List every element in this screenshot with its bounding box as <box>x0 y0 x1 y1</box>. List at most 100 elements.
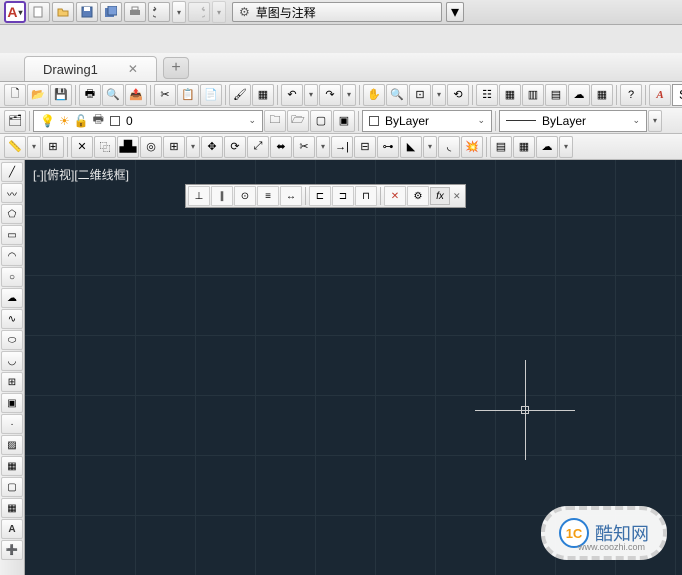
viewport-label[interactable]: [-][俯视][二维线框] <box>33 166 129 183</box>
mirror-button[interactable]: ▟▙ <box>117 136 139 158</box>
floating-constraints-toolbar[interactable]: ⊥ ∥ ⊙ ≡ ↔ ⊏ ⊐ ⊓ ✕ ⚙ fx ✕ <box>185 184 466 208</box>
redo-button[interactable] <box>188 2 210 22</box>
floating-toolbar-close[interactable]: ✕ <box>453 191 463 202</box>
fillet-button[interactable]: ◟ <box>438 136 460 158</box>
open-file-button[interactable] <box>52 2 74 22</box>
pan-button[interactable]: ✋ <box>363 84 385 106</box>
save-button[interactable] <box>76 2 98 22</box>
tool-palettes-button[interactable]: ▥ <box>522 84 544 106</box>
constraint-btn-8[interactable]: ⊓ <box>355 186 377 206</box>
rotate-button[interactable]: ⟳ <box>224 136 246 158</box>
workspace-dropdown-button[interactable]: ▾ <box>446 2 464 22</box>
ellipse-arc-button[interactable]: ◡ <box>1 351 23 371</box>
redo-button-2[interactable]: ↷ <box>319 84 341 106</box>
constraint-delete-button[interactable]: ✕ <box>384 186 406 206</box>
constraint-settings-button[interactable]: ⚙ <box>407 186 429 206</box>
help-button[interactable]: ? <box>620 84 642 106</box>
break-button[interactable]: ⊟ <box>354 136 376 158</box>
constraint-btn-2[interactable]: ∥ <box>211 186 233 206</box>
quickselect-button[interactable]: ⊞ <box>42 136 64 158</box>
save-as-button[interactable] <box>100 2 122 22</box>
quickcalc-button[interactable]: ▦ <box>591 84 613 106</box>
insert-block-button[interactable]: ⊞ <box>1 372 23 392</box>
table-button[interactable]: ▦ <box>1 498 23 518</box>
parameters-fx-button[interactable]: fx <box>430 187 450 205</box>
undo-button[interactable] <box>148 2 170 22</box>
layer-properties-button[interactable]: 🗂 <box>4 110 26 132</box>
copy-object-button[interactable]: ⿻ <box>94 136 116 158</box>
open-button[interactable]: 📂 <box>27 84 49 106</box>
new-file-button[interactable] <box>28 2 50 22</box>
scale-button[interactable]: ⤢ <box>247 136 269 158</box>
arc-button[interactable]: ◠ <box>1 246 23 266</box>
drawing-canvas[interactable]: [-][俯视][二维线框] ⊥ ∥ ⊙ ≡ ↔ ⊏ ⊐ ⊓ ✕ ⚙ fx ✕ 1… <box>25 160 682 575</box>
region-button[interactable]: ▢ <box>1 477 23 497</box>
constraint-btn-6[interactable]: ⊏ <box>309 186 331 206</box>
tab-close-button[interactable]: ✕ <box>128 62 138 76</box>
offset-button[interactable]: ◎ <box>140 136 162 158</box>
move-button[interactable]: ✥ <box>201 136 223 158</box>
color-control[interactable]: ByLayer ⌄ <box>362 110 492 132</box>
ellipse-button[interactable]: ⬭ <box>1 330 23 350</box>
trim-button[interactable]: ✂ <box>293 136 315 158</box>
polyline-button[interactable]: 〰 <box>1 183 23 203</box>
line-button[interactable]: ╱ <box>1 162 23 182</box>
array-button[interactable]: ⊞ <box>163 136 185 158</box>
lineweight-control[interactable]: ▾ <box>648 110 662 132</box>
match-prop-button[interactable]: 🖌 <box>229 84 251 106</box>
properties-button[interactable]: ☷ <box>476 84 498 106</box>
qnew-button[interactable]: 🗋 <box>4 84 26 106</box>
text-style-control[interactable]: Stand <box>672 84 682 106</box>
extend-button[interactable]: →| <box>331 136 353 158</box>
sheet-set-button[interactable]: ▤ <box>545 84 567 106</box>
redo-dropdown[interactable]: ▾ <box>212 1 226 23</box>
plot-button-2[interactable]: 🖶 <box>79 84 101 106</box>
zoom-window-button[interactable]: ⊡ <box>409 84 431 106</box>
layer-previous-button[interactable]: 🗀 <box>264 110 286 132</box>
undo-list[interactable]: ▾ <box>304 84 318 106</box>
circle-button[interactable]: ○ <box>1 267 23 287</box>
markup-button[interactable]: ☁ <box>568 84 590 106</box>
wipe-out-button[interactable]: ▦ <box>513 136 535 158</box>
layer-iso-button[interactable]: ▢ <box>310 110 332 132</box>
cut-button[interactable]: ✂ <box>154 84 176 106</box>
constraint-btn-4[interactable]: ≡ <box>257 186 279 206</box>
revision-cloud-button[interactable]: ☁ <box>1 288 23 308</box>
measure-dropdown[interactable]: ▾ <box>27 136 41 158</box>
mtext-button[interactable]: A <box>1 519 23 539</box>
redo-list[interactable]: ▾ <box>342 84 356 106</box>
join-button[interactable]: ⊶ <box>377 136 399 158</box>
erase-button[interactable]: ✕ <box>71 136 93 158</box>
layer-state-button[interactable]: 🗁 <box>287 110 309 132</box>
zoom-previous-button[interactable]: ⟲ <box>447 84 469 106</box>
publish-button[interactable]: 📤 <box>125 84 147 106</box>
constraint-btn-5[interactable]: ↔ <box>280 186 302 206</box>
text-style-a-button[interactable]: A <box>649 84 671 106</box>
document-tab[interactable]: Drawing1 ✕ <box>24 56 157 81</box>
rectangle-button[interactable]: ▭ <box>1 225 23 245</box>
make-block-button[interactable]: ▣ <box>1 393 23 413</box>
polygon-button[interactable]: ⬠ <box>1 204 23 224</box>
hatch-button[interactable]: ▨ <box>1 435 23 455</box>
stretch-button[interactable]: ⬌ <box>270 136 292 158</box>
addselected-button[interactable]: ➕ <box>1 540 23 560</box>
plot-preview-button[interactable]: 🔍 <box>102 84 124 106</box>
linetype-control[interactable]: ByLayer ⌄ <box>499 110 647 132</box>
misc-dropdown[interactable]: ▾ <box>559 136 573 158</box>
chamfer-dropdown[interactable]: ▾ <box>423 136 437 158</box>
distance-button[interactable]: 📏 <box>4 136 26 158</box>
array-dropdown[interactable]: ▾ <box>186 136 200 158</box>
app-menu-button[interactable]: A▾ <box>4 1 26 23</box>
constraint-btn-1[interactable]: ⊥ <box>188 186 210 206</box>
constraint-btn-3[interactable]: ⊙ <box>234 186 256 206</box>
paste-button[interactable]: 📄 <box>200 84 222 106</box>
chamfer-button[interactable]: ◣ <box>400 136 422 158</box>
revcloud-button[interactable]: ☁ <box>536 136 558 158</box>
layer-control[interactable]: 💡 ☀ 🔓 🖶 0 ⌄ <box>33 110 263 132</box>
undo-button-2[interactable]: ↶ <box>281 84 303 106</box>
spline-button[interactable]: ∿ <box>1 309 23 329</box>
new-tab-button[interactable]: + <box>163 57 189 79</box>
save-button-2[interactable]: 💾 <box>50 84 72 106</box>
gradient-button[interactable]: ▦ <box>1 456 23 476</box>
plot-button[interactable] <box>124 2 146 22</box>
